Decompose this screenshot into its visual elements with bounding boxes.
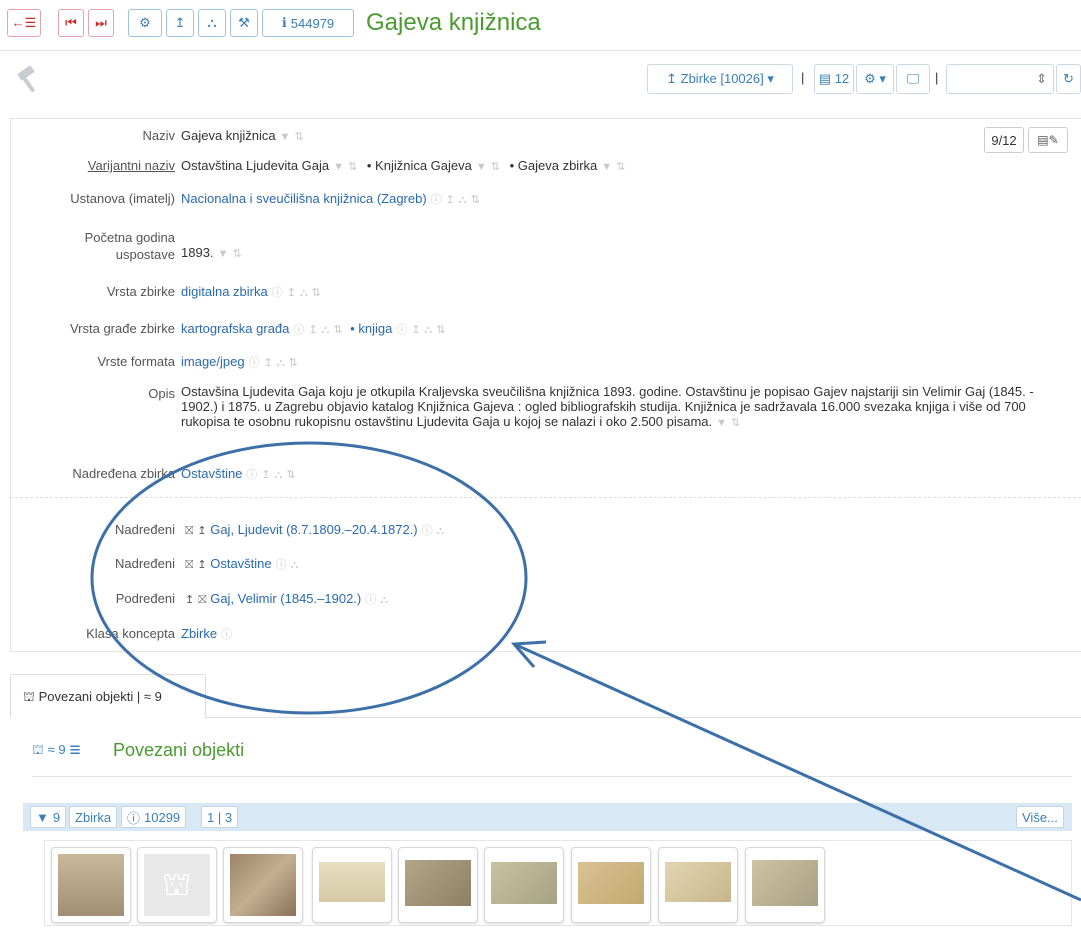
annotation-overlay <box>90 441 1081 902</box>
annotation-ellipse <box>90 441 528 715</box>
annotation-arrow-line <box>513 642 1081 902</box>
